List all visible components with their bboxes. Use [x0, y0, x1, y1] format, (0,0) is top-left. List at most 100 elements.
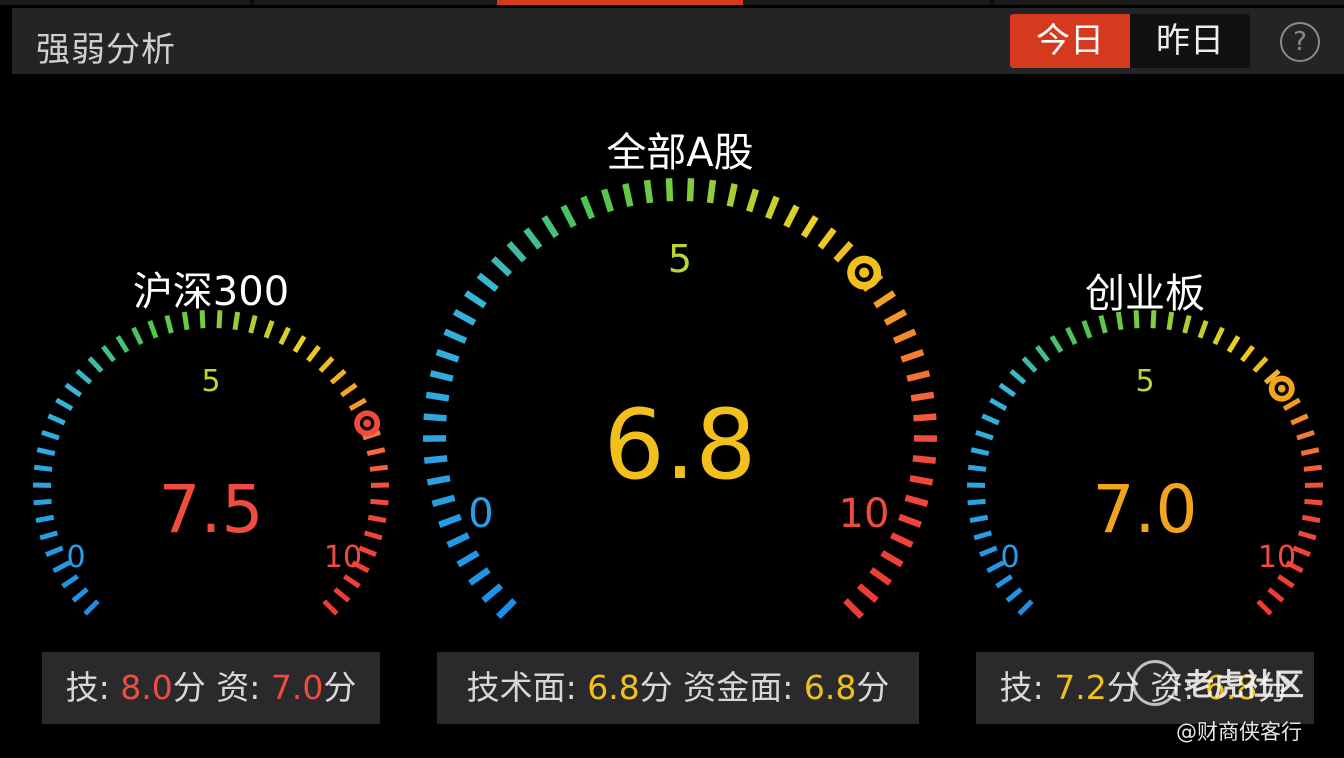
gauge-tick [47, 413, 66, 426]
gauge-tick [506, 241, 527, 263]
unit-label: 分 [856, 668, 890, 707]
marker-dot [859, 267, 870, 278]
gauge-tick [979, 545, 998, 558]
fund-score: 7.0 [270, 668, 324, 707]
gauge-tick [1304, 498, 1323, 506]
gauge-tick [61, 574, 79, 589]
gauge-tick [476, 272, 499, 293]
gauge-mid-label: 5 [668, 237, 692, 281]
gauge-tick [873, 290, 896, 309]
gauge-tick [33, 464, 53, 472]
gauge-tick [431, 494, 456, 508]
gauge-score-value: 7.5 [159, 471, 264, 548]
gauge-tick [329, 368, 347, 385]
gauge-tick [970, 447, 990, 456]
gauge-tick [1065, 326, 1078, 346]
gauge-tick [443, 328, 468, 344]
gauge-tick [263, 319, 275, 339]
gauge-tick [1267, 587, 1285, 603]
gauge-tick [967, 464, 987, 472]
gauge-tick [906, 370, 931, 382]
gauge-tick [481, 583, 504, 603]
gauge-tick [490, 256, 513, 277]
gauge-min-label: 0 [66, 540, 85, 575]
gauge-tick [1081, 319, 1093, 339]
gauge-tick [967, 498, 986, 506]
gauge-tick [989, 397, 1008, 411]
gauge-tick [318, 356, 335, 373]
gauge-tick [1197, 319, 1209, 339]
gauge-tick [1212, 326, 1225, 346]
gauge-tick [468, 567, 491, 586]
gauge-tick [900, 349, 925, 363]
marker-dot [1277, 384, 1286, 393]
gauge-tick [817, 227, 837, 250]
gauge-tick [367, 514, 387, 523]
gauge-value-marker [1268, 375, 1295, 402]
gauge-score-value: 7.0 [1093, 471, 1198, 548]
gauge-tick [278, 326, 291, 346]
gauge-tick [1277, 574, 1295, 589]
gauge-tick [981, 413, 1000, 426]
gauge-tick [856, 583, 879, 603]
gauge-tick [1017, 599, 1034, 616]
gauge-tick [890, 532, 914, 549]
gauge-tick [904, 494, 929, 508]
gauge-tick [1297, 530, 1317, 541]
gauge-value-marker [354, 410, 381, 437]
gauge-tick [33, 498, 52, 506]
gauge-tick [1296, 430, 1315, 441]
gauge-tick [370, 498, 389, 506]
gauge-tick [746, 188, 760, 213]
gauge-tick [1098, 314, 1108, 334]
gauge-title: 全部A股 [606, 130, 753, 176]
gauge-tick [1282, 397, 1301, 411]
gauge-tick [35, 514, 55, 523]
gauge-tick [783, 204, 800, 228]
watermark-brand: 老虎社区 [1184, 668, 1304, 703]
gauge-tick [643, 179, 654, 204]
gauge-tick [423, 455, 448, 464]
gauge-tick [348, 397, 367, 411]
gauge-chinext: 创业板 5 0 10 7.0 [966, 271, 1324, 616]
gauge-tick [131, 326, 144, 346]
score-breakdown-hs300: 技: 8.0分 资: 7.0分 [42, 652, 380, 724]
score-breakdown-all-a: 技术面: 6.8分 资金面: 6.8分 [437, 652, 919, 724]
gauge-tick [1182, 314, 1192, 334]
gauge-tick [147, 319, 159, 339]
gauge-tick [343, 574, 361, 589]
gauge-tick [995, 574, 1013, 589]
tech-score: 8.0 [120, 668, 173, 707]
gauge-tick [665, 178, 674, 202]
gauge-tick [39, 530, 59, 541]
gauge-tick [523, 227, 543, 250]
unit-label: 分 [172, 668, 206, 707]
gauge-tick [363, 530, 383, 541]
gauge-tick [1300, 447, 1320, 456]
tech-label: 技术面: [466, 668, 577, 707]
unit-label: 分 [639, 668, 673, 707]
gauge-tick [322, 599, 339, 616]
gauge-tick [101, 344, 116, 363]
gauge-score-value: 6.8 [604, 389, 757, 501]
gauge-tick [55, 397, 74, 411]
gauge-tick [892, 328, 917, 344]
gauge-tick [912, 455, 937, 464]
gauge-tick [339, 382, 358, 398]
gauge-tick [292, 335, 307, 354]
gauge-tick [456, 550, 480, 568]
gauge-tick [64, 382, 83, 398]
gauge-tick [83, 599, 100, 616]
gauge-tick [333, 587, 351, 603]
gauge-tick [429, 370, 454, 382]
unit-label: 分 [323, 668, 357, 707]
gauge-tick [1009, 368, 1027, 385]
gauge-tick [87, 356, 104, 373]
gauge-tick [36, 447, 56, 456]
tech-score: 6.8 [587, 668, 640, 707]
watermark-credit: @财商侠客行 [1176, 720, 1302, 744]
fund-label: 资金面: [683, 668, 794, 707]
gauge-tick [622, 183, 634, 208]
gauge-tick [115, 335, 130, 354]
gauge-tick [164, 314, 174, 334]
